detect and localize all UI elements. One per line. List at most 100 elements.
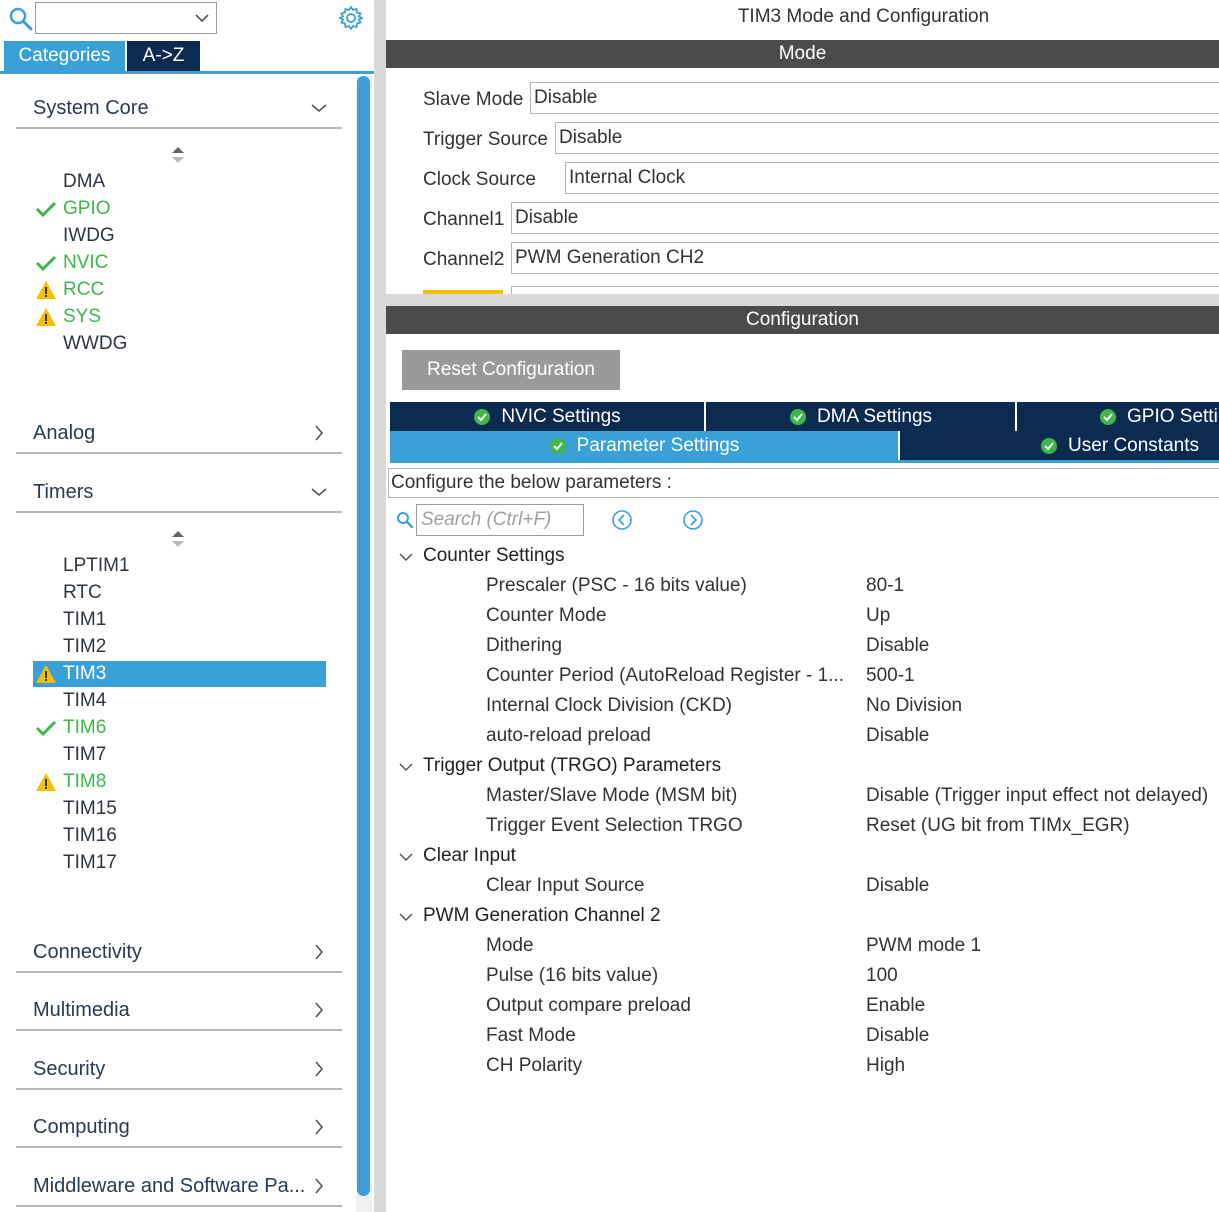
param-row[interactable]: Dithering Disable — [386, 633, 1219, 661]
param-value[interactable]: No Division — [866, 695, 962, 717]
reset-configuration-button[interactable]: Reset Configuration — [402, 350, 620, 390]
parameter-search-input[interactable] — [416, 504, 584, 536]
param-group[interactable]: Trigger Output (TRGO) Parameters — [386, 753, 1086, 781]
category-analog[interactable]: Analog — [16, 414, 342, 454]
sidebar-item-tim7[interactable]: TIM7 — [33, 742, 326, 768]
sidebar-item-tim3[interactable]: TIM3 — [33, 661, 326, 687]
sort-icon[interactable] — [170, 146, 186, 164]
param-value[interactable]: 100 — [866, 965, 898, 987]
param-row[interactable]: Output compare preload Enable — [386, 993, 1219, 1021]
sidebar-item-tim2[interactable]: TIM2 — [33, 634, 326, 660]
mode-select[interactable]: Disable — [530, 82, 1219, 114]
chevron-down-icon[interactable] — [398, 850, 414, 864]
param-value[interactable]: 80-1 — [866, 575, 904, 597]
tab-parameter-settings[interactable]: Parameter Settings — [390, 431, 898, 460]
category-system-core[interactable]: System Core — [16, 89, 342, 129]
category-security[interactable]: Security — [16, 1050, 342, 1090]
param-row[interactable]: Pulse (16 bits value) 100 — [386, 963, 1219, 991]
param-row[interactable]: Fast Mode Disable — [386, 1023, 1219, 1051]
sidebar-item-sys[interactable]: SYS — [33, 304, 326, 330]
category-timers[interactable]: Timers — [16, 473, 342, 513]
category-computing[interactable]: Computing — [16, 1108, 342, 1148]
sidebar-item-tim1[interactable]: TIM1 — [33, 607, 326, 633]
sidebar-item-tim16[interactable]: TIM16 — [33, 823, 326, 849]
mode-select[interactable]: Disable — [555, 122, 1219, 154]
chevron-right-icon[interactable] — [310, 1001, 328, 1019]
chevron-down-icon[interactable] — [310, 99, 328, 117]
param-value[interactable]: Up — [866, 605, 890, 627]
param-value[interactable]: PWM mode 1 — [866, 935, 981, 957]
tab-gpio-settings[interactable]: GPIO Settings — [1017, 402, 1219, 431]
chevron-right-icon[interactable] — [310, 424, 328, 442]
sidebar-item-tim15[interactable]: TIM15 — [33, 796, 326, 822]
tab-categories[interactable]: Categories — [4, 41, 125, 71]
chevron-right-icon[interactable] — [310, 1177, 328, 1195]
category-middleware[interactable]: Middleware and Software Pa... — [16, 1167, 342, 1207]
param-value[interactable]: Reset (UG bit from TIMx_EGR) — [866, 815, 1130, 837]
param-row[interactable]: Prescaler (PSC - 16 bits value) 80-1 — [386, 573, 1219, 601]
sidebar-item-tim8[interactable]: TIM8 — [33, 769, 326, 795]
param-group[interactable]: Counter Settings — [386, 543, 1086, 571]
mode-select[interactable]: Internal Clock — [565, 162, 1219, 194]
param-value[interactable]: Disable — [866, 875, 929, 897]
param-row[interactable]: Counter Mode Up — [386, 603, 1219, 631]
param-value[interactable]: Enable — [866, 995, 925, 1017]
warning-icon — [36, 773, 56, 791]
sidebar-item-gpio[interactable]: GPIO — [33, 196, 326, 222]
chevron-right-icon[interactable] — [310, 1118, 328, 1136]
sidebar-item-lptim1[interactable]: LPTIM1 — [33, 553, 326, 579]
param-value[interactable]: Disable (Trigger input effect not delaye… — [866, 785, 1208, 807]
param-row[interactable]: Clear Input Source Disable — [386, 873, 1219, 901]
sidebar-item-dma[interactable]: DMA — [33, 169, 326, 195]
param-row[interactable]: CH Polarity High — [386, 1053, 1219, 1081]
param-value[interactable]: Disable — [866, 725, 929, 747]
left-scrollbar-thumb[interactable] — [357, 76, 370, 1196]
param-value[interactable]: Disable — [866, 635, 929, 657]
search-combo[interactable] — [35, 2, 217, 34]
panel-splitter[interactable] — [374, 0, 386, 1212]
mode-config-splitter[interactable] — [386, 294, 1219, 306]
chevron-down-icon[interactable] — [398, 760, 414, 774]
chevron-down-icon[interactable] — [310, 483, 328, 501]
param-row[interactable]: Counter Period (AutoReload Register - 1.… — [386, 663, 1219, 691]
category-label: Analog — [33, 422, 96, 444]
tab-user-constants[interactable]: User Constants — [900, 431, 1219, 460]
tab-dma-settings[interactable]: DMA Settings — [706, 402, 1015, 431]
param-row[interactable]: Mode PWM mode 1 — [386, 933, 1219, 961]
chevron-down-icon[interactable] — [398, 550, 414, 564]
param-group-title: PWM Generation Channel 2 — [423, 905, 661, 926]
sidebar-item-iwdg[interactable]: IWDG — [33, 223, 326, 249]
sidebar-item-tim17[interactable]: TIM17 — [33, 850, 326, 876]
tab-a-z[interactable]: A->Z — [127, 41, 200, 71]
param-value[interactable]: High — [866, 1055, 905, 1077]
param-value[interactable]: 500-1 — [866, 665, 915, 687]
chevron-down-icon[interactable] — [194, 11, 210, 25]
prev-match-icon[interactable] — [611, 509, 633, 531]
chevron-down-icon[interactable] — [398, 910, 414, 924]
param-value[interactable]: Disable — [866, 1025, 929, 1047]
sidebar-item-wwdg[interactable]: WWDG — [33, 331, 326, 357]
mode-select[interactable]: Disable — [511, 202, 1219, 234]
sidebar-item-rtc[interactable]: RTC — [33, 580, 326, 606]
param-row[interactable]: auto-reload preload Disable — [386, 723, 1219, 751]
next-match-icon[interactable] — [682, 509, 704, 531]
sort-icon[interactable] — [170, 530, 186, 548]
sidebar-item-rcc[interactable]: RCC — [33, 277, 326, 303]
sidebar-item-tim4[interactable]: TIM4 — [33, 688, 326, 714]
mode-select[interactable] — [511, 286, 1219, 294]
mode-select[interactable]: PWM Generation CH2 — [511, 242, 1219, 274]
param-row[interactable]: Trigger Event Selection TRGO Reset (UG bi… — [386, 813, 1219, 841]
param-group[interactable]: PWM Generation Channel 2 — [386, 903, 1086, 931]
chevron-right-icon[interactable] — [310, 1060, 328, 1078]
category-multimedia[interactable]: Multimedia — [16, 991, 342, 1031]
gear-icon[interactable] — [338, 5, 364, 31]
tab-nvic-settings[interactable]: NVIC Settings — [390, 402, 704, 431]
param-group[interactable]: Clear Input — [386, 843, 1086, 871]
search-icon[interactable] — [8, 6, 34, 32]
sidebar-item-tim6[interactable]: TIM6 — [33, 715, 326, 741]
sidebar-item-nvic[interactable]: NVIC — [33, 250, 326, 276]
chevron-right-icon[interactable] — [310, 943, 328, 961]
param-row[interactable]: Internal Clock Division (CKD) No Division — [386, 693, 1219, 721]
param-row[interactable]: Master/Slave Mode (MSM bit) Disable (Trig… — [386, 783, 1219, 811]
category-connectivity[interactable]: Connectivity — [16, 933, 342, 973]
